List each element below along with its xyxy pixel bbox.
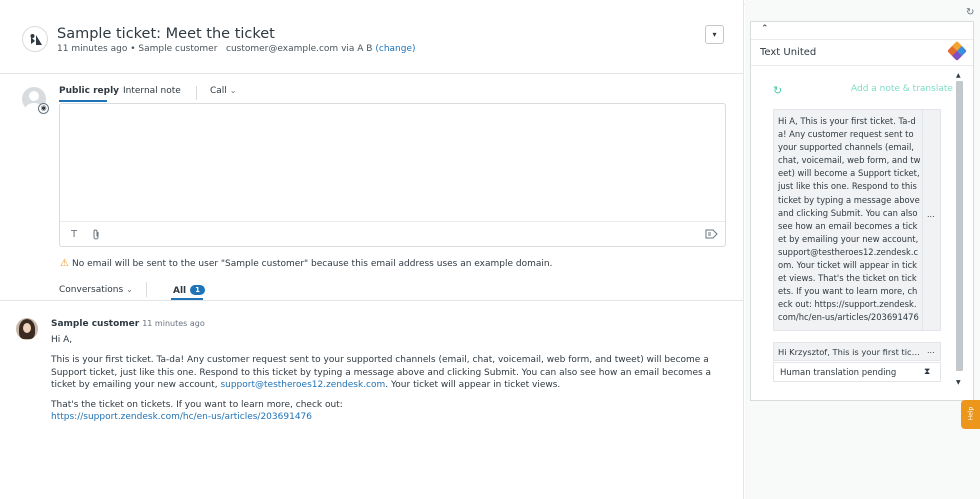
message-paragraph: This is your first ticket. Ta-da! Any cu… (51, 354, 731, 391)
add-note-translate-link[interactable]: Add a note & translate (851, 84, 953, 94)
chevron-down-icon: ⌄ (229, 86, 237, 95)
chevron-down-icon: ⌄ (126, 285, 133, 294)
app-header-divider (751, 39, 973, 40)
scroll-thumb[interactable] (956, 81, 963, 371)
macro-icon[interactable] (705, 229, 718, 242)
translation-item: Hi A, This is your first ticket. Ta-da! … (773, 109, 941, 331)
tab-internal-note[interactable]: Internal note (123, 86, 181, 96)
warning-text: No email will be sent to the user "Sampl… (71, 259, 553, 269)
conversation-divider (0, 300, 743, 301)
pending-label: Human translation pending (780, 368, 897, 378)
translation-text: Hi A, This is your first ticket. Ta-da! … (778, 116, 921, 323)
zendesk-logo-icon (22, 26, 48, 52)
editor-toolbar: T (60, 221, 725, 246)
ticket-main-panel: Sample ticket: Meet the ticket 11 minute… (0, 0, 744, 499)
email-warning: ⚠ No email will be sent to the user "Samp… (60, 258, 552, 269)
more-options-button[interactable]: ... (927, 346, 935, 355)
tab-call[interactable]: Call ⌄ (210, 86, 236, 96)
active-tab-indicator (59, 100, 107, 102)
conversations-label: Conversations (59, 285, 124, 295)
chevron-down-icon: ▾ (712, 30, 717, 39)
change-link[interactable]: (change) (375, 44, 415, 54)
text-format-icon[interactable]: T (71, 229, 77, 240)
help-button[interactable]: Help (961, 400, 980, 429)
warning-icon: ⚠ (60, 258, 69, 269)
scroll-up-icon[interactable]: ▲ (956, 72, 961, 79)
ticket-meta: 11 minutes ago • Sample customer custome… (57, 44, 416, 54)
app-scrollbar[interactable]: ▲ ▼ (955, 72, 964, 390)
reply-editor[interactable]: T (59, 103, 726, 247)
ticket-email: customer@example.com (226, 44, 339, 54)
translation-status: Human translation pending ⧗ (773, 362, 941, 382)
tab-call-label: Call (210, 86, 227, 96)
user-badge-icon: ◉ (38, 103, 49, 114)
all-label: All (173, 286, 187, 296)
hourglass-icon: ⧗ (924, 367, 931, 377)
tab-all[interactable]: All 1 (173, 285, 206, 296)
paperclip-icon[interactable] (92, 229, 101, 243)
message-para1-tail: . Your ticket will appear in ticket view… (385, 379, 561, 390)
message-greeting: Hi A, (51, 335, 73, 345)
ticket-requester: Sample customer (138, 44, 218, 54)
text-united-app: ⌃ Text United ↻ Add a note & translate H… (750, 21, 974, 401)
message-para2-text: That's the ticket on tickets. If you wan… (51, 400, 343, 411)
message-header: Sample customer 11 minutes ago (51, 319, 205, 329)
refresh-apps-icon[interactable]: ↻ (966, 7, 974, 18)
app-title: Text United (760, 47, 817, 58)
all-count-badge: 1 (190, 285, 206, 295)
ticket-options-button[interactable]: ▾ (705, 25, 724, 44)
text-united-logo-icon (947, 41, 967, 61)
message-body: Hi A, This is your first ticket. Ta-da! … (51, 334, 731, 432)
tab-divider (196, 86, 197, 100)
more-options-button[interactable]: ... (927, 210, 935, 219)
conversations-filter[interactable]: Conversations ⌄ (59, 285, 133, 295)
message-author[interactable]: Sample customer (51, 319, 139, 329)
collapse-app-icon[interactable]: ⌃ (761, 24, 769, 34)
ticket-via: via A B (341, 44, 373, 54)
support-email-link[interactable]: support@testheroes12.zendesk.com (220, 380, 385, 390)
translation-item-collapsed[interactable]: Hi Krzysztof, This is your first ticke..… (773, 342, 941, 361)
customer-avatar (16, 318, 38, 340)
more-column-divider (922, 110, 923, 330)
help-label: Help (967, 406, 975, 421)
app-content-divider (751, 65, 973, 66)
message-paragraph: That's the ticket on tickets. If you wan… (51, 399, 731, 424)
ticket-time: 11 minutes ago (57, 44, 128, 54)
sync-icon[interactable]: ↻ (773, 84, 782, 97)
translation-preview: Hi Krzysztof, This is your first ticke..… (778, 347, 921, 357)
meta-separator: • (130, 44, 136, 54)
message-time: 11 minutes ago (142, 319, 205, 328)
ticket-title: Sample ticket: Meet the ticket (57, 26, 275, 42)
filter-divider (146, 282, 147, 297)
tab-public-reply[interactable]: Public reply (59, 86, 119, 96)
scroll-down-icon[interactable]: ▼ (956, 379, 961, 386)
ticket-header: Sample ticket: Meet the ticket 11 minute… (0, 6, 743, 74)
help-article-link[interactable]: https://support.zendesk.com/hc/en-us/art… (51, 412, 312, 422)
